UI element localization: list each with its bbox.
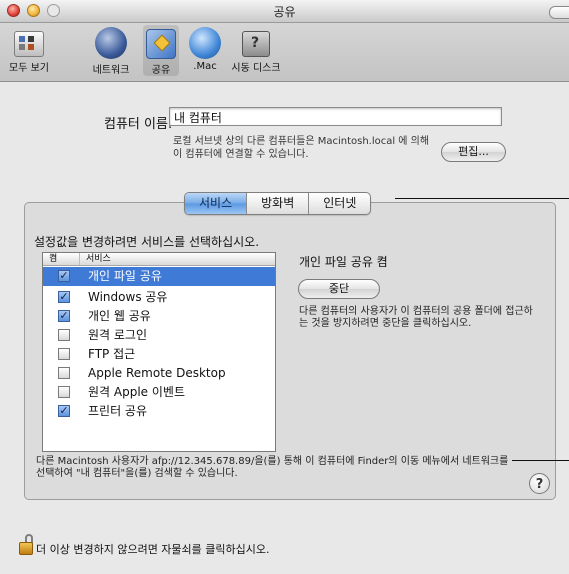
- toolbar-item-startup-disk[interactable]: 시동 디스크: [229, 27, 283, 74]
- toolbar-item-sharing[interactable]: 공유: [143, 25, 179, 76]
- connection-note: 다른 Macintosh 사용자가 afp://12.345.678.89/을(…: [36, 456, 509, 479]
- service-label: 프린터 공유: [88, 404, 148, 418]
- computer-name-label: 컴퓨터 이름:: [104, 117, 173, 132]
- service-checkbox[interactable]: [58, 329, 70, 341]
- startup-disk-icon: [242, 31, 270, 57]
- dotmac-globe-icon: [189, 27, 221, 59]
- services-list[interactable]: 켬 서비스 ✓ 개인 파일 공유 ✓ Windows 공유 ✓ 개인 웹 공유 …: [42, 252, 276, 452]
- network-globe-icon: [95, 27, 127, 59]
- computer-name-field[interactable]: 내 컴퓨터: [169, 107, 502, 126]
- service-row[interactable]: ✓ Windows 공유: [43, 288, 275, 307]
- toolbar-item-dotmac[interactable]: .Mac: [186, 27, 224, 72]
- toolbar-item-label: 공유: [151, 65, 171, 76]
- service-row[interactable]: ✓ 개인 웹 공유: [43, 307, 275, 326]
- column-header-on[interactable]: 켬: [49, 253, 57, 265]
- tab-bar: 서비스 방화벽 인터넷: [184, 192, 372, 215]
- service-status: 개인 파일 공유 켬: [299, 255, 388, 269]
- lock-message: 더 이상 변경하지 않으려면 자물쇠를 클릭하십시오.: [36, 543, 270, 556]
- toolbar-item-show-all[interactable]: 모두 보기: [6, 27, 52, 74]
- toolbar-item-label: 시동 디스크: [231, 63, 281, 74]
- service-label: 개인 파일 공유: [88, 269, 162, 283]
- service-row[interactable]: ✓ 개인 파일 공유: [43, 267, 275, 286]
- service-checkbox[interactable]: ✓: [58, 270, 70, 282]
- toolbar-item-label: .Mac: [193, 61, 217, 72]
- service-checkbox[interactable]: [58, 367, 70, 379]
- service-checkbox[interactable]: [58, 386, 70, 398]
- service-checkbox[interactable]: ✓: [58, 405, 70, 417]
- unlocked-padlock-icon[interactable]: [19, 534, 35, 556]
- tab-internet[interactable]: 인터넷: [309, 193, 370, 214]
- service-row[interactable]: FTP 접근: [43, 345, 275, 364]
- toolbar-item-label: 모두 보기: [9, 63, 49, 74]
- service-label: FTP 접근: [88, 347, 136, 361]
- stop-button[interactable]: 중단: [298, 279, 380, 299]
- service-row[interactable]: 원격 로그인: [43, 326, 275, 345]
- service-description: 다른 컴퓨터의 사용자가 이 컴퓨터의 공용 폴더에 접근하는 것을 방지하려면…: [299, 306, 533, 329]
- service-row[interactable]: 원격 Apple 이벤트: [43, 383, 275, 402]
- toolbar: 모두 보기 네트워크 공유 .Mac 시동 디스크: [0, 23, 569, 82]
- toolbar-toggle-button[interactable]: [549, 6, 569, 19]
- list-header: 켬 서비스: [43, 253, 275, 266]
- service-checkbox[interactable]: ✓: [58, 291, 70, 303]
- service-label: Windows 공유: [88, 290, 168, 304]
- callout-line: [512, 460, 569, 461]
- edit-button[interactable]: 편집...: [441, 142, 506, 162]
- service-label: Apple Remote Desktop: [88, 366, 226, 380]
- callout-line: [395, 198, 569, 199]
- computer-name-hint: 로컬 서브넷 상의 다른 컴퓨터들은 Macintosh.local 에 의해 …: [173, 136, 430, 160]
- help-button[interactable]: ?: [529, 473, 550, 494]
- window-title: 공유: [273, 5, 296, 19]
- service-row[interactable]: Apple Remote Desktop: [43, 364, 275, 383]
- service-row[interactable]: ✓ 프린터 공유: [43, 402, 275, 421]
- service-checkbox[interactable]: ✓: [58, 310, 70, 322]
- tab-firewall[interactable]: 방화벽: [247, 193, 310, 214]
- service-label: 원격 로그인: [88, 328, 148, 342]
- toolbar-item-network[interactable]: 네트워크: [88, 27, 134, 76]
- service-label: 개인 웹 공유: [88, 309, 151, 323]
- service-checkbox[interactable]: [58, 348, 70, 360]
- column-header-service[interactable]: 서비스: [79, 253, 111, 265]
- service-label: 원격 Apple 이벤트: [88, 385, 185, 399]
- grid-icon: [14, 31, 44, 57]
- services-instruction: 설정값을 변경하려면 서비스를 선택하십시오.: [34, 235, 260, 249]
- sharing-preferences-window: 공유 모두 보기 네트워크 공유 .Mac 시동 디스크 컴퓨터 이름: 내 컴…: [0, 0, 569, 574]
- sharing-folder-icon: [146, 29, 176, 59]
- toolbar-item-label: 네트워크: [92, 65, 130, 76]
- tab-services[interactable]: 서비스: [185, 193, 248, 214]
- title-bar[interactable]: 공유: [0, 0, 569, 23]
